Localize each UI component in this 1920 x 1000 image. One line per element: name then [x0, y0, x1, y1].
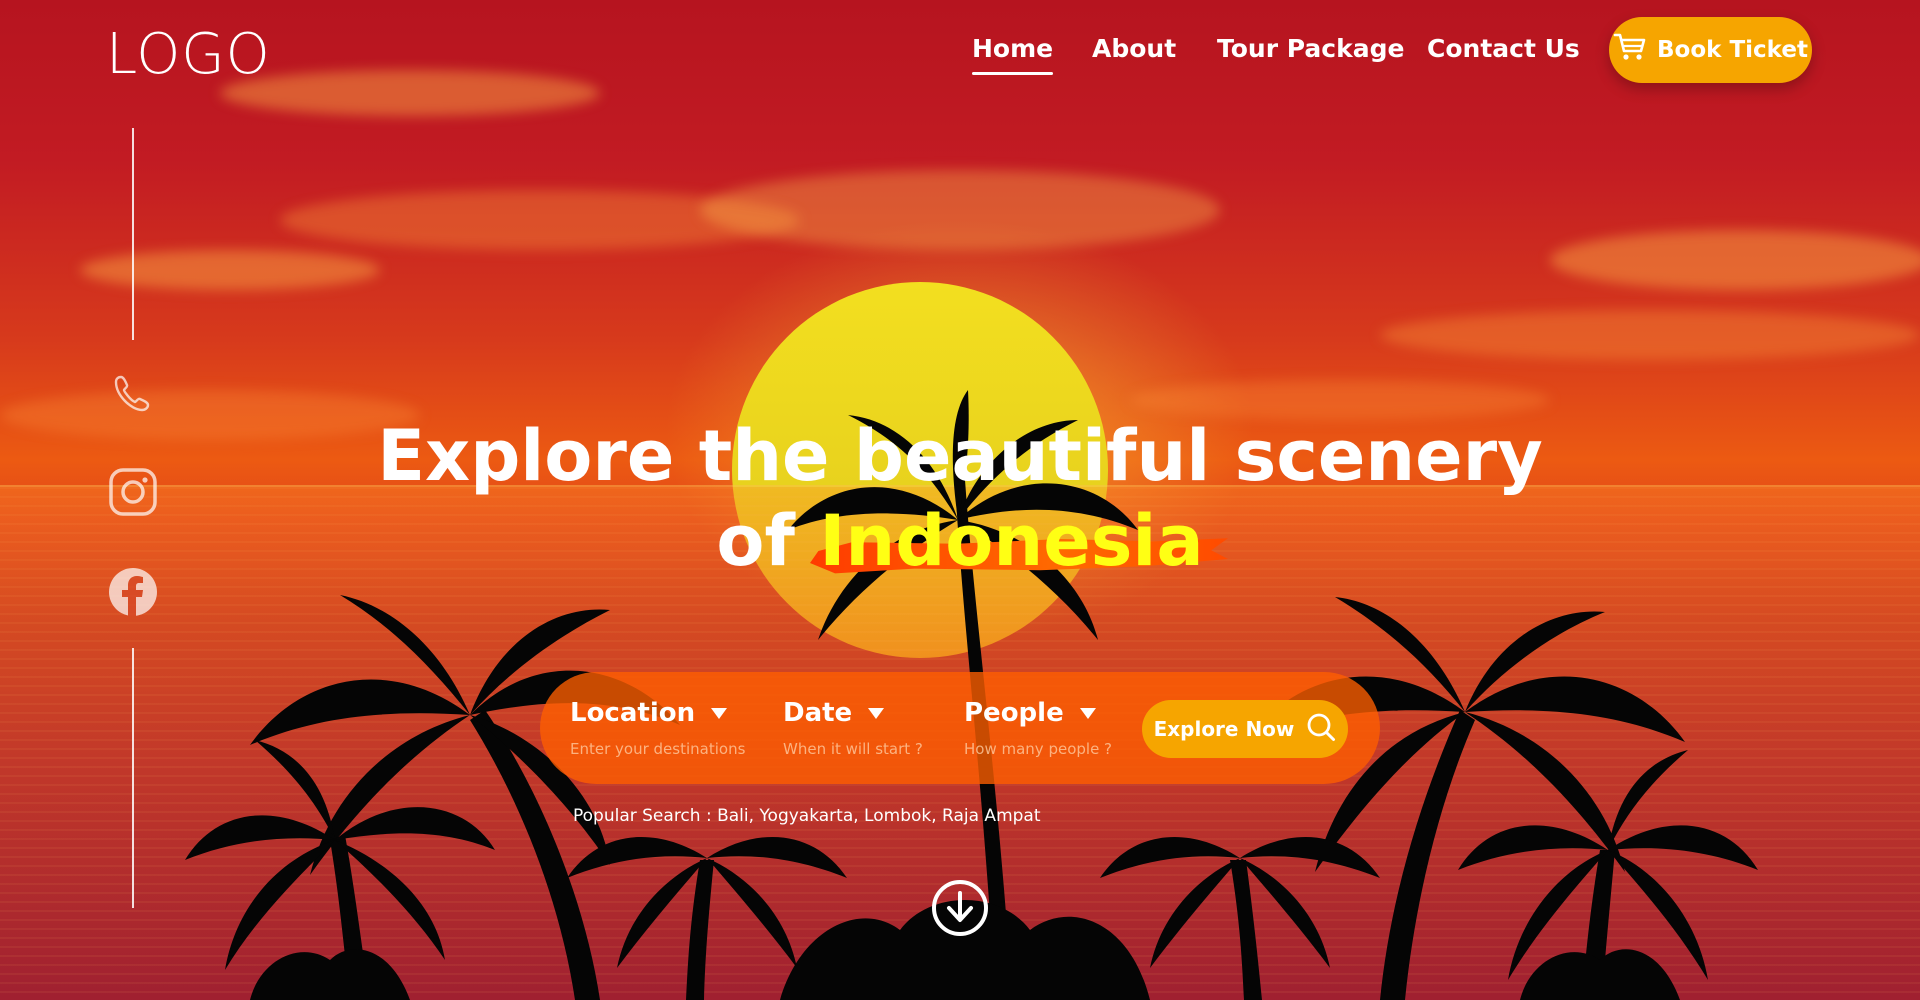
cloud: [1550, 230, 1920, 290]
nav-about[interactable]: About: [1092, 34, 1176, 63]
cloud: [1380, 310, 1920, 360]
date-hint: When it will start ?: [783, 740, 923, 758]
nav-tour-package[interactable]: Tour Package: [1217, 34, 1404, 63]
location-label: Location: [570, 698, 696, 728]
cloud: [80, 250, 380, 290]
people-dropdown[interactable]: People How many people ?: [964, 698, 1112, 758]
headline-highlight: Indonesia: [819, 500, 1204, 582]
explore-now-button[interactable]: Explore Now: [1142, 700, 1348, 758]
search-icon: [1306, 712, 1336, 747]
popular-search-text: Popular Search : Bali, Yogyakarta, Lombo…: [573, 806, 1041, 826]
sidebar-divider-bottom: [132, 648, 134, 908]
logo[interactable]: LOGO: [106, 22, 271, 87]
explore-now-label: Explore Now: [1153, 717, 1295, 741]
chevron-down-icon: [868, 707, 885, 719]
chevron-down-icon: [1079, 707, 1096, 719]
sidebar-divider-top: [132, 128, 134, 340]
people-label: People: [964, 698, 1064, 728]
location-hint: Enter your destinations: [570, 740, 746, 758]
headline-line-2: of Indonesia: [0, 500, 1920, 582]
nav-home[interactable]: Home: [972, 34, 1054, 75]
headline-prefix: of: [716, 500, 820, 582]
nav-contact-us[interactable]: Contact Us: [1427, 34, 1580, 63]
date-label: Date: [783, 698, 853, 728]
people-hint: How many people ?: [964, 740, 1113, 758]
headline-line-1: Explore the beautiful scenery: [377, 415, 1543, 497]
cloud: [700, 170, 1220, 250]
cloud: [220, 70, 600, 116]
cloud: [1130, 380, 1550, 420]
phone-icon[interactable]: [108, 368, 158, 418]
book-ticket-label: Book Ticket: [1657, 37, 1808, 63]
book-ticket-button[interactable]: Book Ticket: [1609, 17, 1812, 83]
arrow-down-circle-icon[interactable]: [930, 878, 990, 938]
cart-icon: [1613, 32, 1647, 68]
location-dropdown[interactable]: Location Enter your destinations: [570, 698, 745, 758]
date-dropdown[interactable]: Date When it will start ?: [783, 698, 923, 758]
chevron-down-icon: [711, 707, 728, 719]
